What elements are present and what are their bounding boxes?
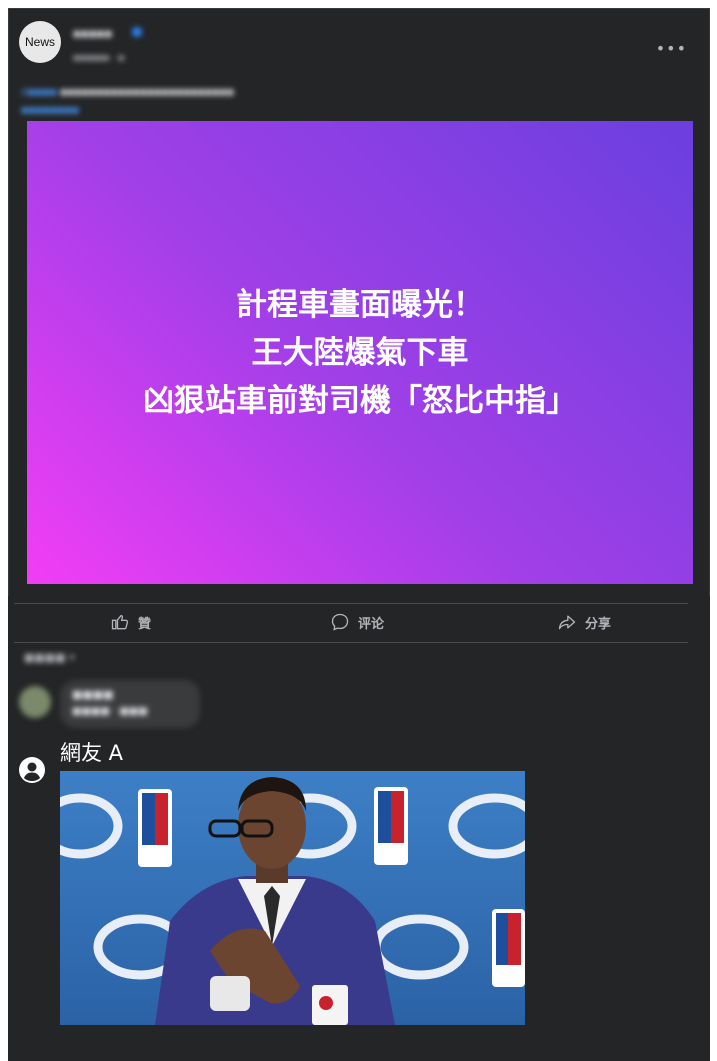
page-avatar[interactable]: News (19, 21, 61, 63)
share-arrow-icon (558, 615, 576, 630)
divider-bottom (14, 642, 688, 643)
post-body: ■■■■■■■■■■■■■■■■■■■■■■■■ (56, 85, 234, 99)
headline-line-2: 王大陸爆氣下車 (251, 334, 469, 371)
headline-banner[interactable]: 計程車畫面曝光！ 王大陸爆氣下車 凶狠站車前對司機「怒比中指」 (27, 121, 693, 584)
reply-photo[interactable] (60, 771, 525, 1025)
post-timestamp[interactable]: ■■■■■■ · ■ (73, 53, 124, 64)
headline-line-1: 計程車畫面曝光！ (236, 286, 484, 323)
news-post-card: News ■■■■■ ■■■■■■ · ■ ••• #■■■■ ■■■■■■■■… (8, 8, 710, 603)
page-name[interactable]: ■■■■■ (73, 26, 112, 41)
user-avatar-icon[interactable] (19, 757, 45, 783)
comment-button[interactable]: 评论 (330, 612, 384, 632)
comment-bubble: ■■■■ ■■■■ · ■■■ (60, 680, 200, 728)
post-hashtag[interactable]: #■■■■ (21, 85, 57, 99)
verified-badge-icon (132, 27, 142, 37)
commenter-avatar[interactable] (19, 686, 51, 718)
comment-icon (331, 613, 349, 631)
comment-label: 评论 (358, 616, 385, 632)
press-conference-image (60, 771, 525, 1025)
share-button[interactable]: 分享 (557, 612, 611, 632)
post-line2[interactable]: ■■■■■■■■ (21, 103, 79, 117)
post-text: #■■■■ ■■■■■■■■■■■■■■■■■■■■■■■■ ■■■■■■■■ (21, 83, 621, 119)
comment-sort-dropdown[interactable]: ■■■■ ▾ (24, 651, 75, 664)
more-options-icon[interactable]: ••• (656, 39, 687, 58)
commenter-name[interactable]: ■■■■ (72, 688, 114, 701)
like-label: 贊 (138, 616, 152, 632)
divider-top (14, 603, 688, 604)
share-label: 分享 (585, 616, 612, 632)
like-button[interactable]: 贊 (110, 612, 151, 632)
comment-text: ■■■■ · ■■■ (72, 706, 148, 717)
thumbs-up-icon (111, 614, 129, 630)
reply-user-name[interactable]: 網友 A (60, 737, 123, 767)
avatar-text: News (24, 35, 55, 49)
headline-line-3: 凶狠站車前對司機「怒比中指」 (143, 382, 577, 419)
